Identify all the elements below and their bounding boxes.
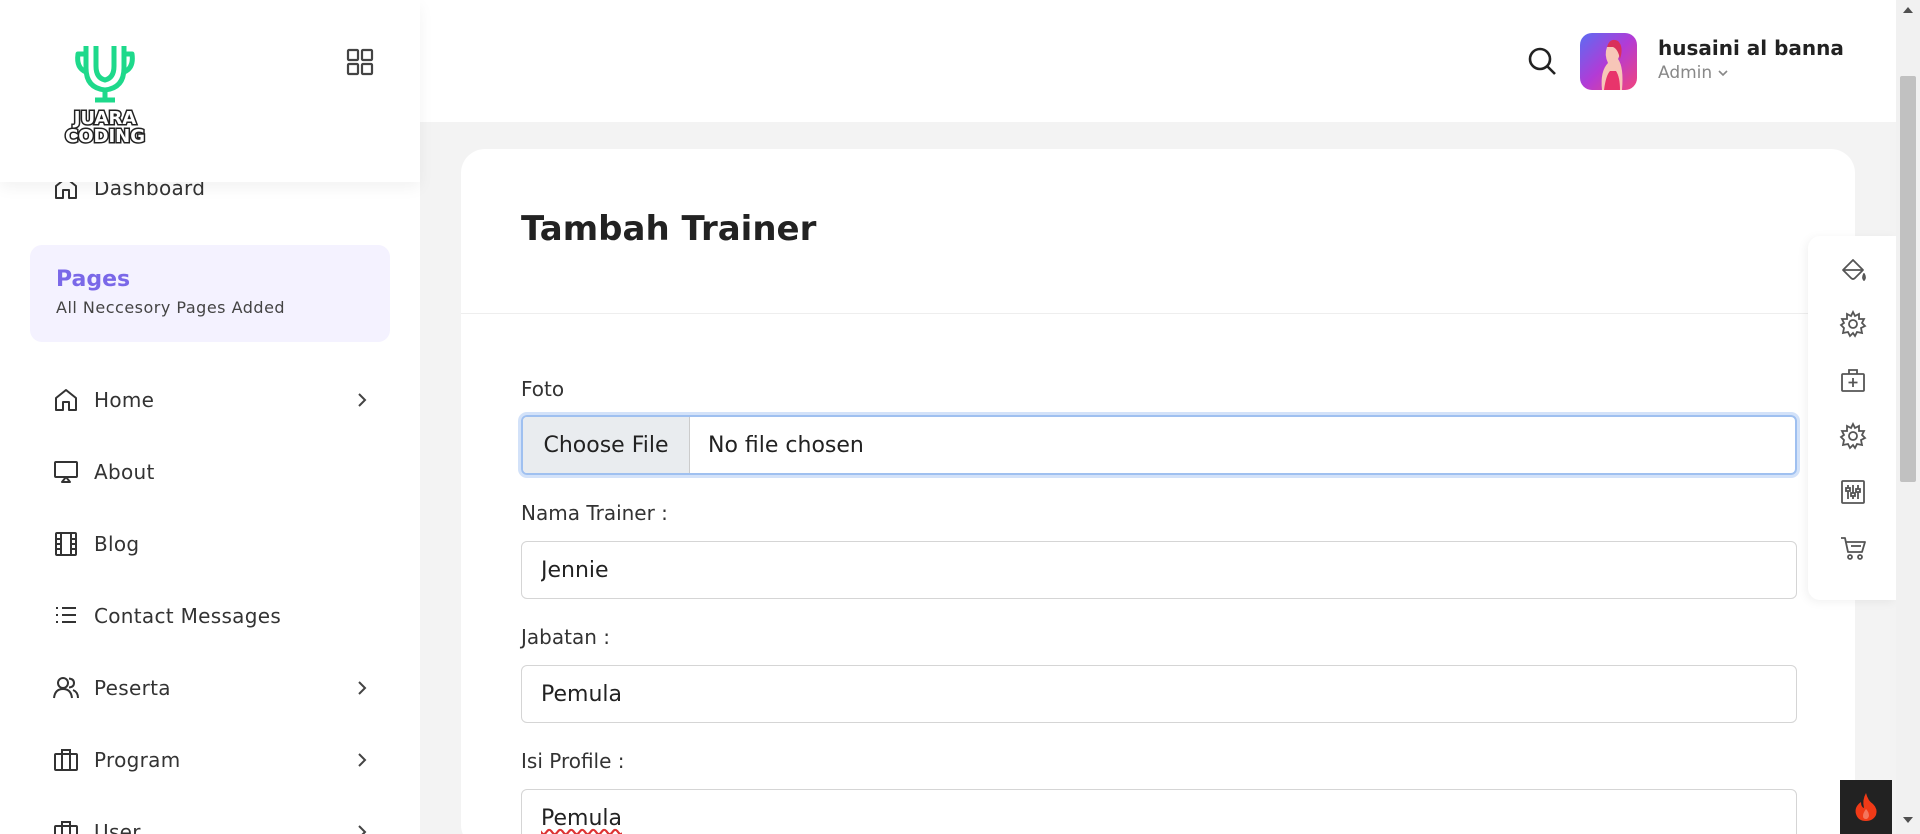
list-icon	[52, 602, 80, 630]
isi-profile-label: Isi Profile :	[521, 749, 625, 773]
film-icon	[52, 530, 80, 558]
sidebar-item-label: Program	[94, 748, 181, 772]
search-icon[interactable]	[1527, 46, 1557, 76]
avatar-image	[1601, 39, 1623, 90]
nama-trainer-label: Nama Trainer :	[521, 501, 668, 525]
sidebar-item-program[interactable]: Program	[52, 742, 372, 778]
form-card: Tambah Trainer Foto Choose File No file …	[461, 149, 1855, 834]
jabatan-label: Jabatan :	[521, 625, 610, 649]
choose-file-button[interactable]: Choose File	[523, 417, 690, 473]
jabatan-input[interactable]	[521, 665, 1797, 723]
sidebar-item-contact-messages[interactable]: Contact Messages	[52, 598, 372, 634]
nama-trainer-input[interactable]	[521, 541, 1797, 599]
settings-float-panel	[1808, 236, 1896, 600]
paint-bucket-icon[interactable]	[1839, 256, 1867, 284]
sidebar-item-home[interactable]: Home	[52, 382, 372, 418]
cart-icon[interactable]	[1839, 534, 1867, 562]
settings-icon[interactable]	[1839, 422, 1867, 450]
sidebar-item-label: About	[94, 460, 155, 484]
chevron-right-icon	[358, 681, 367, 695]
scroll-up-icon[interactable]	[1902, 5, 1914, 15]
sidebar-item-user[interactable]: User	[52, 814, 372, 834]
user-role-dropdown[interactable]: Admin	[1658, 63, 1729, 83]
isi-profile-value: Pemula	[541, 805, 622, 831]
flame-icon	[1855, 793, 1877, 821]
pages-card-title: Pages	[56, 267, 131, 292]
sidebar-item-label: Contact Messages	[94, 604, 282, 628]
pages-card[interactable]: Pages All Neccesory Pages Added	[30, 245, 390, 342]
chevron-down-icon	[1718, 70, 1728, 77]
sidebar-item-peserta[interactable]: Peserta	[52, 670, 372, 706]
sidebar-item-label: User	[94, 820, 141, 834]
monitor-icon	[52, 458, 80, 486]
sidebar-item-label: Home	[94, 388, 155, 412]
settings-icon[interactable]	[1839, 310, 1867, 338]
home-icon	[52, 386, 80, 414]
sidebar-item-blog[interactable]: Blog	[52, 526, 372, 562]
chevron-right-icon	[358, 753, 367, 767]
fire-button[interactable]	[1840, 780, 1892, 834]
sliders-icon[interactable]	[1839, 478, 1867, 506]
avatar[interactable]	[1580, 33, 1637, 90]
user-name: husaini al banna	[1658, 36, 1844, 60]
page-title: Tambah Trainer	[521, 209, 817, 249]
foto-label: Foto	[521, 377, 565, 401]
briefcase-icon	[52, 746, 80, 774]
pages-card-subtitle: All Neccesory Pages Added	[56, 298, 286, 317]
top-header	[420, 0, 1896, 122]
isi-profile-textarea[interactable]: Pemula	[521, 789, 1797, 834]
grid-menu-icon[interactable]	[346, 48, 374, 76]
chevron-right-icon	[358, 825, 367, 834]
page-scrollbar[interactable]	[1896, 0, 1920, 834]
brand-area: JUARA CODING	[0, 0, 420, 182]
sidebar-item-label: Blog	[94, 532, 140, 556]
sidebar-item-label: Peserta	[94, 676, 171, 700]
briefcase-icon	[52, 818, 80, 834]
juara-coding-logo[interactable]: JUARA CODING	[50, 40, 160, 144]
chevron-right-icon	[358, 393, 367, 407]
scroll-down-icon[interactable]	[1902, 815, 1914, 825]
user-role-label: Admin	[1658, 63, 1713, 83]
users-icon	[52, 674, 80, 702]
logo-text-line2: CODING	[65, 126, 145, 144]
file-status: No file chosen	[708, 432, 864, 458]
sidebar-item-about[interactable]: About	[52, 454, 372, 490]
scroll-thumb[interactable]	[1900, 76, 1916, 482]
sidebar: JUARA CODING Dashboard Pages All Necceso…	[0, 0, 420, 834]
medical-bag-icon[interactable]	[1839, 366, 1867, 394]
foto-file-input[interactable]: Choose File No file chosen	[521, 415, 1797, 475]
